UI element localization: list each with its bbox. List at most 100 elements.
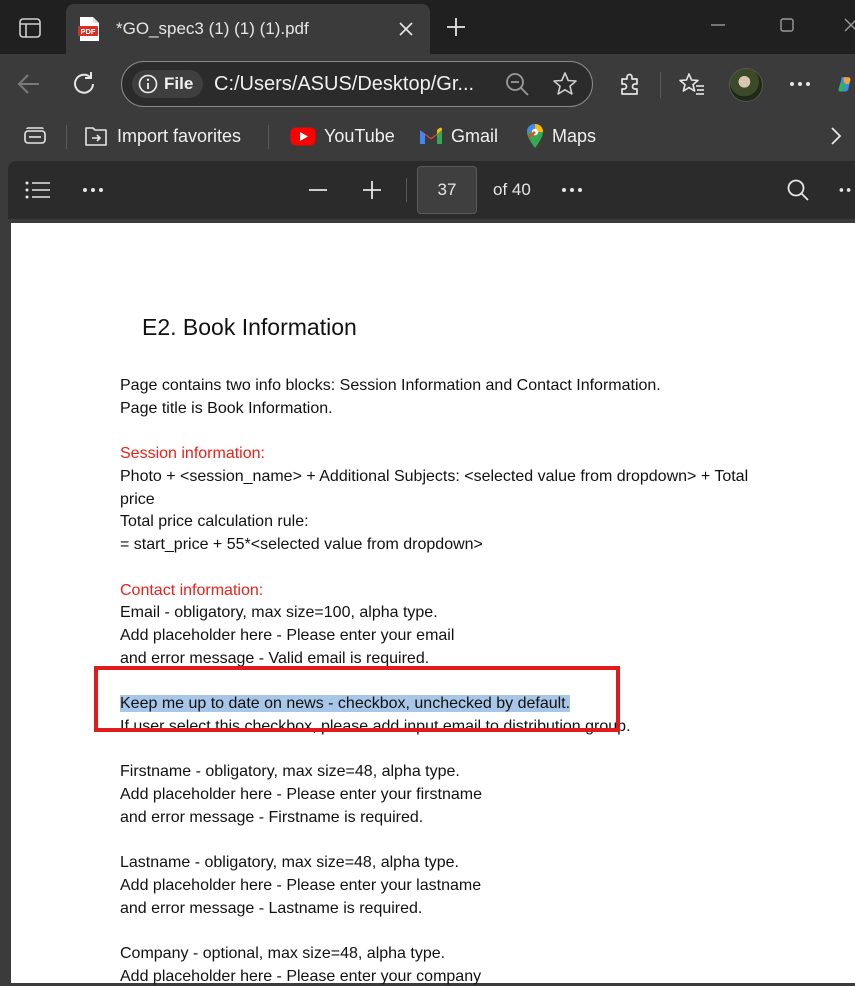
maximize-icon bbox=[780, 18, 794, 32]
pdf-toolbar: 37 of 40 bbox=[8, 161, 855, 219]
tab-close-button[interactable] bbox=[394, 17, 418, 41]
refresh-button[interactable] bbox=[64, 64, 104, 104]
contact-info-heading: Contact information: bbox=[120, 582, 264, 599]
title-bar: PDF *GO_spec3 (1) (1) (1).pdf bbox=[0, 0, 855, 54]
import-favorites-icon bbox=[85, 127, 107, 146]
fav-label: Gmail bbox=[451, 125, 499, 146]
zoom-button[interactable] bbox=[497, 64, 537, 104]
search-icon bbox=[787, 179, 809, 201]
session-info-heading: Session information: bbox=[120, 445, 265, 462]
navigation-bar: File C:/Users/ASUS/Desktop/Gr... bbox=[0, 54, 855, 114]
gmail-icon bbox=[420, 127, 442, 144]
table-of-contents-button[interactable] bbox=[18, 170, 58, 210]
doc-line: Add placeholder here - Please enter your… bbox=[120, 877, 482, 894]
doc-line: Add placeholder here - Please enter your… bbox=[120, 968, 482, 985]
doc-line: Page contains two info blocks: Session I… bbox=[120, 377, 661, 394]
doc-line: Photo + <session_name> + Additional Subj… bbox=[120, 468, 749, 485]
doc-line: Firstname - obligatory, max size=48, alp… bbox=[120, 763, 460, 780]
fav-item-gmail[interactable]: Gmail bbox=[419, 122, 498, 150]
url-text[interactable]: C:/Users/ASUS/Desktop/Gr... bbox=[214, 73, 489, 96]
favbar-overflow-button[interactable] bbox=[830, 122, 842, 150]
zoom-out-button[interactable] bbox=[298, 170, 338, 210]
doc-line: Total price calculation rule: bbox=[120, 513, 309, 530]
favbar-divider bbox=[66, 125, 67, 149]
more-horizontal-icon bbox=[790, 82, 810, 86]
puzzle-icon bbox=[621, 73, 638, 95]
fav-label: YouTube bbox=[324, 125, 395, 146]
pdf-overflow-button[interactable] bbox=[835, 170, 855, 210]
collections-icon bbox=[24, 127, 46, 144]
plus-icon bbox=[447, 18, 465, 36]
pdf-viewer[interactable]: E2. Book Information Page contains two i… bbox=[0, 219, 855, 985]
pdf-toolbar-divider bbox=[406, 178, 407, 202]
pdf-file-icon: PDF bbox=[77, 16, 101, 47]
doc-line: price bbox=[120, 491, 155, 508]
find-button[interactable] bbox=[778, 170, 818, 210]
profile-avatar[interactable] bbox=[729, 68, 763, 102]
fav-item-import-favorites[interactable]: Import favorites bbox=[84, 122, 241, 150]
page-number-input[interactable]: 37 bbox=[417, 166, 477, 214]
doc-line: Add placeholder here - Please enter your… bbox=[120, 627, 455, 644]
extensions-button[interactable] bbox=[610, 64, 650, 104]
pdf-more-left-button[interactable] bbox=[73, 170, 113, 210]
minus-icon bbox=[309, 189, 327, 191]
favorites-button[interactable] bbox=[672, 64, 712, 104]
copilot-button[interactable] bbox=[836, 64, 855, 104]
doc-line: Company - optional, max size=48, alpha t… bbox=[120, 945, 446, 962]
fav-label: Maps bbox=[552, 125, 597, 146]
fav-label: Import favorites bbox=[117, 125, 242, 146]
arrow-left-icon bbox=[17, 74, 39, 94]
tab-actions-button[interactable] bbox=[10, 12, 50, 44]
collections-button[interactable] bbox=[22, 122, 48, 150]
add-favorite-button[interactable] bbox=[545, 64, 585, 104]
minimize-icon bbox=[711, 24, 725, 26]
site-info-label: File bbox=[164, 74, 194, 93]
list-icon bbox=[25, 181, 50, 199]
refresh-icon bbox=[74, 72, 94, 94]
info-icon bbox=[138, 74, 158, 94]
maximize-button[interactable] bbox=[764, 8, 810, 42]
page-count: of 40 bbox=[493, 180, 531, 199]
active-tab[interactable]: PDF *GO_spec3 (1) (1) (1).pdf bbox=[66, 4, 430, 54]
chevron-right-icon bbox=[831, 127, 842, 145]
fav-item-maps[interactable]: Maps bbox=[526, 122, 596, 150]
close-window-button[interactable] bbox=[828, 8, 855, 42]
more-horizontal-icon bbox=[839, 188, 851, 192]
tab-title: *GO_spec3 (1) (1) (1).pdf bbox=[116, 19, 309, 38]
doc-line: and error message - Firstname is require… bbox=[120, 809, 424, 826]
close-icon bbox=[399, 22, 413, 36]
site-info-button[interactable]: File bbox=[132, 70, 204, 98]
favorites-bar: Import favorites YouTube Gmail Maps bbox=[0, 114, 855, 158]
more-horizontal-icon bbox=[83, 188, 103, 192]
pdf-page: E2. Book Information Page contains two i… bbox=[11, 223, 855, 985]
settings-menu-button[interactable] bbox=[780, 64, 820, 104]
favorites-list-icon bbox=[679, 73, 704, 95]
copilot-icon bbox=[838, 77, 851, 92]
new-tab-button[interactable] bbox=[440, 11, 472, 43]
star-icon bbox=[553, 72, 577, 95]
more-horizontal-icon bbox=[562, 188, 582, 192]
tab-actions-icon bbox=[19, 18, 41, 38]
zoom-in-button[interactable] bbox=[352, 170, 392, 210]
zoom-out-icon bbox=[506, 73, 529, 96]
doc-line: Page title is Book Information. bbox=[120, 400, 333, 417]
maps-icon bbox=[527, 124, 543, 148]
toolbar-divider bbox=[660, 72, 661, 98]
doc-line: Email - obligatory, max size=100, alpha … bbox=[120, 604, 438, 621]
plus-icon bbox=[363, 181, 381, 199]
youtube-icon bbox=[290, 127, 316, 145]
address-bar[interactable]: File C:/Users/ASUS/Desktop/Gr... bbox=[121, 61, 593, 107]
doc-line: Lastname - obligatory, max size=48, alph… bbox=[120, 854, 459, 871]
doc-line: Add placeholder here - Please enter your… bbox=[120, 786, 482, 803]
favicon-label: PDF bbox=[81, 27, 96, 36]
doc-line: = start_price + 55*<selected value from … bbox=[120, 536, 483, 553]
fav-item-youtube[interactable]: YouTube bbox=[290, 122, 395, 150]
pdf-more-right-button[interactable] bbox=[552, 170, 592, 210]
minimize-button[interactable] bbox=[695, 8, 741, 42]
annotation-callout-box bbox=[94, 666, 620, 732]
favbar-divider bbox=[268, 125, 269, 149]
doc-line: and error message - Lastname is required… bbox=[120, 900, 423, 917]
close-icon bbox=[844, 18, 855, 32]
section-heading: E2. Book Information bbox=[142, 314, 357, 340]
back-button[interactable] bbox=[9, 64, 49, 104]
